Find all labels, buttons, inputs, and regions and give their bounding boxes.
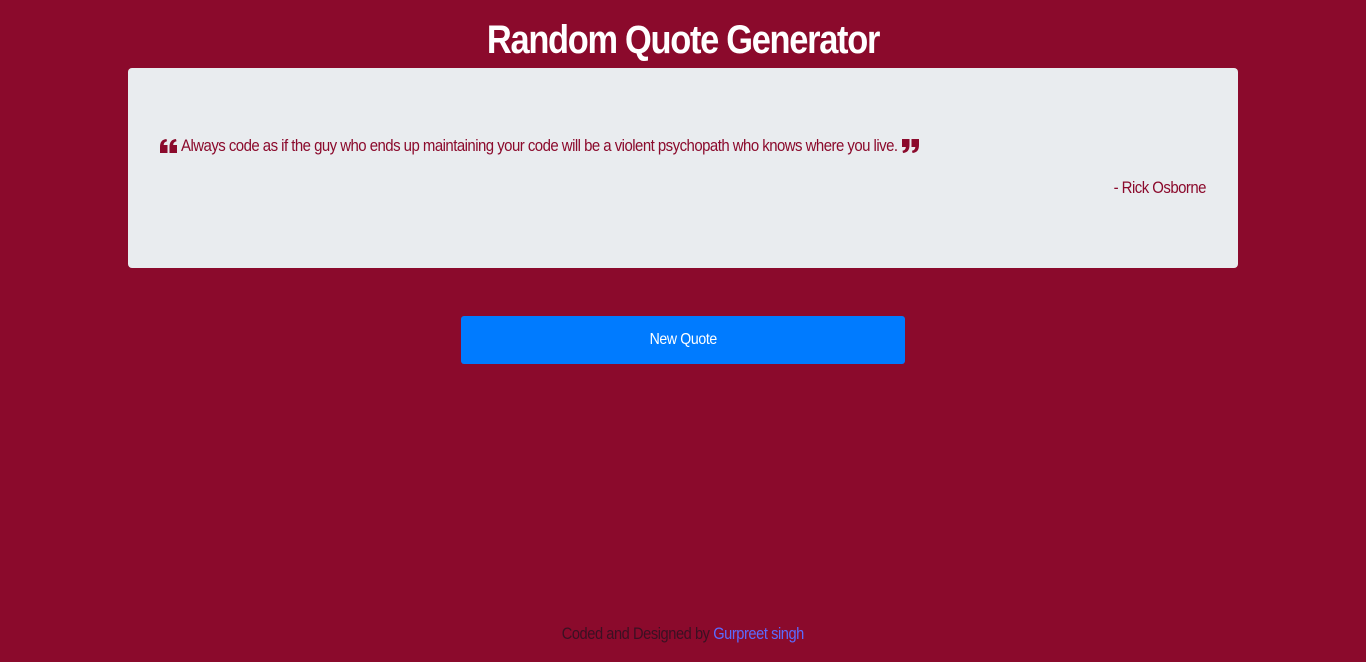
quote-author: - Rick Osborne (1113, 178, 1207, 197)
page: Random Quote Generator Always code as if… (0, 0, 1366, 662)
footer-content: Coded and Designed by Gurpreet singh (561, 622, 805, 646)
footer-credit-text: Coded and Designed by (561, 624, 714, 643)
quote-card: Always code as if the guy who ends up ma… (128, 68, 1238, 268)
new-quote-button[interactable]: New Quote (461, 316, 905, 364)
author-link[interactable]: Gurpreet singh (713, 624, 804, 643)
quote-left-icon (160, 139, 178, 153)
quote-line: Always code as if the guy who ends up ma… (160, 134, 1206, 158)
page-title: Random Quote Generator (486, 18, 880, 62)
footer: Coded and Designed by Gurpreet singh (0, 622, 1366, 646)
new-quote-button-label: New Quote (649, 331, 717, 348)
quote-text: Always code as if the guy who ends up ma… (181, 136, 898, 155)
quote-right-icon (901, 139, 920, 153)
